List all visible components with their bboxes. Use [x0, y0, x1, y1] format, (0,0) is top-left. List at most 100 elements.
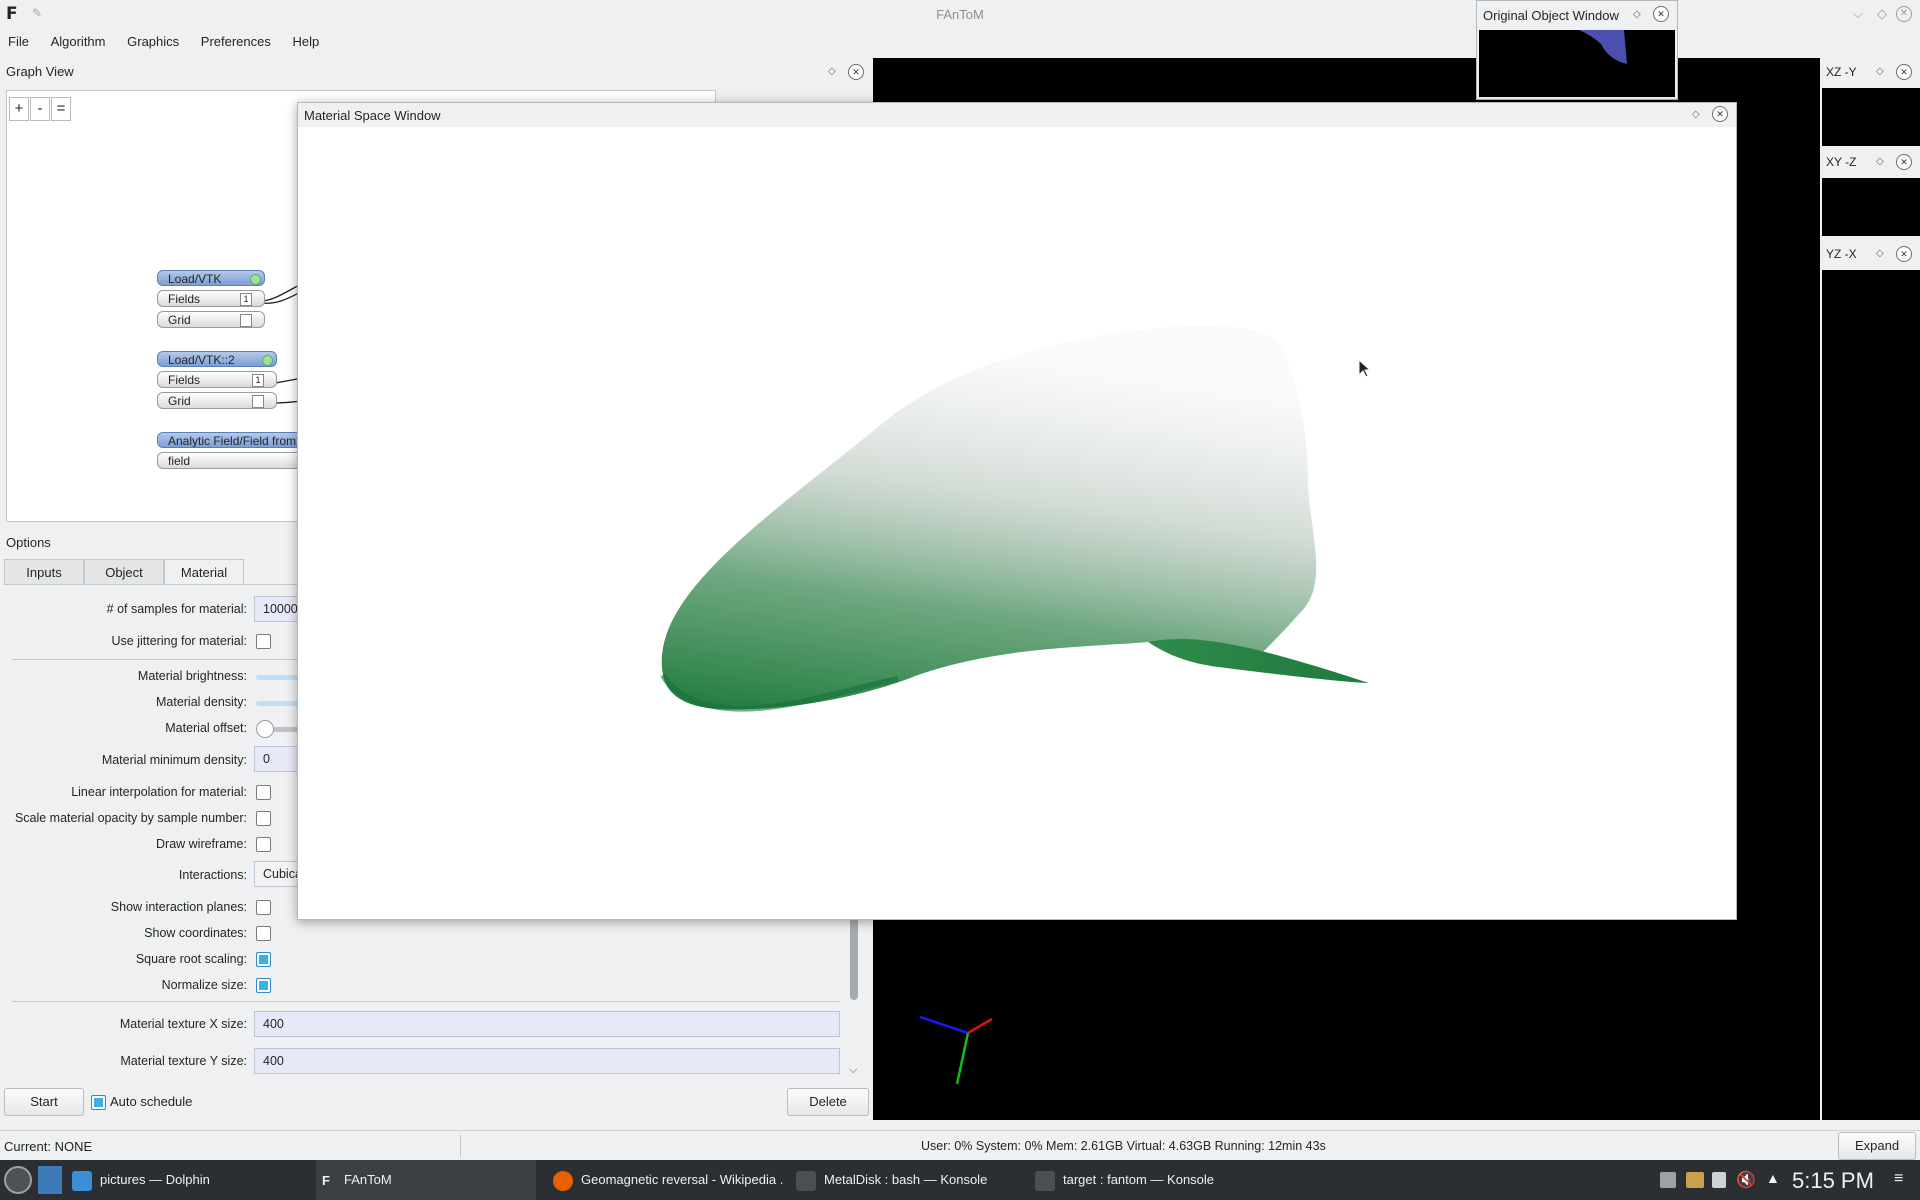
options-title: Options: [6, 535, 51, 550]
terminal-icon: [796, 1170, 816, 1191]
material-space-window[interactable]: Material Space Window ◇ ✕: [297, 102, 1737, 920]
node-head[interactable]: Load/VTK::2: [157, 351, 277, 367]
material-window-titlebar[interactable]: Material Space Window ◇ ✕: [298, 103, 1736, 127]
tab-inputs[interactable]: Inputs: [4, 559, 84, 585]
material-window-close-icon[interactable]: ✕: [1712, 106, 1728, 122]
coords-checkbox[interactable]: [256, 926, 271, 941]
close-icon[interactable]: ✕: [1896, 6, 1912, 22]
task-konsole-target[interactable]: target : fantom — Konsole: [1035, 1160, 1265, 1200]
yz-view[interactable]: [1822, 270, 1920, 1120]
close-icon[interactable]: ✕: [1896, 246, 1912, 262]
xy-view[interactable]: [1822, 178, 1920, 236]
taskbar: pictures — Dolphin F FAnToM Geomagnetic r…: [0, 1160, 1920, 1200]
node-title: Load/VTK: [168, 272, 222, 286]
planes-checkbox[interactable]: [256, 900, 271, 915]
object-preview-shape: [1579, 30, 1627, 64]
app-launcher-icon[interactable]: [4, 1166, 32, 1194]
status-led-icon: [250, 274, 261, 285]
brightness-label: Material brightness:: [137, 669, 247, 683]
material-window-title: Material Space Window: [304, 108, 441, 123]
task-label: MetalDisk : bash — Konsole: [824, 1172, 988, 1187]
delete-button[interactable]: Delete: [787, 1088, 869, 1116]
task-label: pictures — Dolphin: [100, 1172, 210, 1187]
menu-help[interactable]: Help: [285, 30, 328, 53]
float-icon[interactable]: ◇: [1633, 9, 1641, 20]
offset-label: Material offset:: [165, 721, 247, 735]
node-head[interactable]: Analytic Field/Field from: [157, 432, 307, 448]
notes-icon[interactable]: [1712, 1172, 1726, 1188]
node-head[interactable]: Load/VTK: [157, 270, 265, 286]
wireframe-checkbox[interactable]: [256, 837, 271, 852]
port-badge: [252, 395, 264, 408]
normalize-checkbox[interactable]: [256, 978, 271, 993]
node-analytic-field[interactable]: Analytic Field/Field from field: [157, 432, 307, 469]
tray-expand-icon[interactable]: ▲: [1766, 1170, 1780, 1186]
tex-y-field[interactable]: 400: [254, 1048, 840, 1074]
node-port-fields[interactable]: Fields 1: [157, 371, 277, 388]
float-icon[interactable]: ◇: [1692, 109, 1700, 120]
usb-icon[interactable]: [1660, 1172, 1676, 1188]
auto-schedule-checkbox[interactable]: [91, 1095, 106, 1110]
float-icon[interactable]: ◇: [1876, 156, 1884, 167]
offset-slider-handle[interactable]: [256, 720, 274, 738]
scroll-down-icon[interactable]: ⌵: [849, 1064, 857, 1077]
folder-icon: [72, 1170, 92, 1191]
task-label: FAnToM: [344, 1172, 392, 1187]
sqrt-label: Square root scaling:: [135, 952, 247, 966]
original-object-view[interactable]: [1479, 30, 1675, 97]
node-port-grid[interactable]: Grid: [157, 311, 265, 328]
options-scrollbar[interactable]: [850, 918, 858, 1000]
original-window-title: Original Object Window: [1483, 8, 1619, 23]
sqrt-checkbox[interactable]: [256, 952, 271, 967]
tex-x-label: Material texture X size:: [119, 1017, 247, 1031]
minimize-icon[interactable]: ⌵: [1850, 6, 1866, 22]
menu-file[interactable]: File: [0, 30, 37, 53]
node-port-field[interactable]: field: [157, 452, 307, 469]
density-label: Material density:: [155, 695, 247, 709]
float-icon[interactable]: ◇: [1876, 66, 1884, 77]
wireframe-label: Draw wireframe:: [156, 837, 247, 851]
graph-view-title: Graph View: [6, 64, 74, 79]
linear-checkbox[interactable]: [256, 785, 271, 800]
menu-algorithm[interactable]: Algorithm: [43, 30, 114, 53]
tex-x-field[interactable]: 400: [254, 1011, 840, 1037]
maximize-icon[interactable]: ◇: [1874, 6, 1890, 22]
port-badge: 1: [240, 293, 252, 306]
side-view-title: YZ -X: [1826, 247, 1857, 261]
side-view-title: XZ -Y: [1826, 65, 1857, 79]
side-view-title: XY -Z: [1826, 155, 1857, 169]
xz-view[interactable]: [1822, 88, 1920, 146]
clock[interactable]: 5:15 PM: [1792, 1168, 1874, 1194]
volume-muted-icon[interactable]: 🔇: [1736, 1170, 1756, 1190]
material-volume-render[interactable]: [298, 127, 1736, 917]
port-badge: [240, 314, 252, 327]
menu-graphics[interactable]: Graphics: [119, 30, 187, 53]
tab-material[interactable]: Material: [164, 559, 244, 585]
desktop-pager-icon[interactable]: [38, 1166, 62, 1194]
firefox-icon: [553, 1170, 573, 1191]
scale-opacity-checkbox[interactable]: [256, 811, 271, 826]
task-firefox[interactable]: Geomagnetic reversal - Wikipedia ...: [553, 1160, 783, 1200]
graph-view-close-icon[interactable]: ✕: [848, 64, 864, 80]
close-icon[interactable]: ✕: [1896, 154, 1912, 170]
close-icon[interactable]: ✕: [1653, 6, 1669, 22]
task-konsole-metaldisk[interactable]: MetalDisk : bash — Konsole: [796, 1160, 1026, 1200]
divider: [460, 1135, 461, 1157]
expand-button[interactable]: Expand: [1838, 1132, 1916, 1160]
jitter-checkbox[interactable]: [256, 634, 271, 649]
node-port-grid[interactable]: Grid: [157, 392, 277, 409]
task-fantom[interactable]: F FAnToM: [316, 1160, 536, 1200]
float-icon[interactable]: ◇: [828, 66, 836, 77]
panel-menu-icon[interactable]: ≡: [1894, 1170, 1903, 1188]
tab-object[interactable]: Object: [84, 559, 164, 585]
node-load-vtk-2[interactable]: Load/VTK::2 Fields 1 Grid: [157, 351, 277, 409]
start-button[interactable]: Start: [4, 1088, 84, 1116]
node-load-vtk[interactable]: Load/VTK Fields 1 Grid: [157, 270, 265, 328]
planes-label: Show interaction planes:: [110, 900, 247, 914]
close-icon[interactable]: ✕: [1896, 64, 1912, 80]
menu-preferences[interactable]: Preferences: [193, 30, 279, 53]
clipboard-icon[interactable]: [1686, 1172, 1704, 1188]
node-port-fields[interactable]: Fields 1: [157, 290, 265, 307]
float-icon[interactable]: ◇: [1876, 248, 1884, 259]
task-dolphin[interactable]: pictures — Dolphin: [72, 1160, 302, 1200]
